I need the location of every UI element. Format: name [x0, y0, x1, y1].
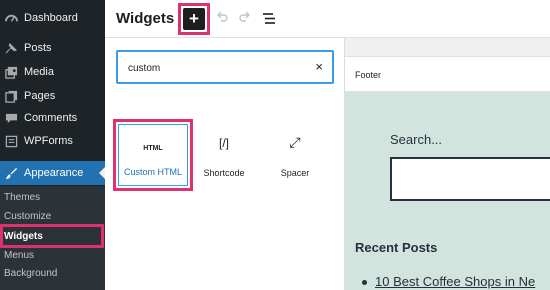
sidebar-item-pages[interactable]: Pages: [0, 85, 105, 107]
block-label: Spacer: [280, 168, 310, 178]
redo-icon[interactable]: [238, 11, 252, 30]
sidebar-label: Posts: [24, 42, 52, 54]
block-inserter-panel: × HTML Custom HTML [/] Shortcode ⤢ Space…: [105, 38, 345, 290]
sidebar-label: Pages: [24, 90, 56, 102]
recent-post-link[interactable]: 10 Best Coffee Shops in Ne: [375, 274, 535, 289]
sidebar-item-appearance[interactable]: Appearance: [0, 161, 105, 185]
media-icon: [4, 65, 18, 79]
widget-area-header[interactable]: Footer: [345, 56, 550, 92]
sidebar-item-posts[interactable]: Posts: [0, 37, 105, 59]
list-view-icon[interactable]: [262, 12, 276, 30]
brush-icon: [4, 166, 18, 180]
widget-area-label: Footer: [355, 70, 382, 80]
block-spacer[interactable]: ⤢ Spacer: [255, 124, 335, 188]
pages-icon: [4, 89, 18, 103]
html-icon: HTML: [143, 145, 163, 152]
block-search: ×: [116, 50, 334, 84]
list-bullet: [362, 280, 367, 285]
pin-icon: [4, 41, 18, 55]
sidebar-item-dashboard[interactable]: Dashboard: [0, 7, 105, 29]
sidebar-label: WPForms: [24, 135, 73, 147]
block-custom-html[interactable]: HTML Custom HTML: [113, 119, 193, 191]
sidebar-label: Comments: [24, 112, 78, 124]
widget-area-preview: Footer Search... Recent Posts 10 Best Co…: [345, 38, 550, 290]
add-block-button[interactable]: +: [183, 8, 205, 30]
add-block-highlight: +: [178, 3, 210, 35]
block-label: Shortcode: [203, 168, 245, 178]
widget-area-content: Search... Recent Posts 10 Best Coffee Sh…: [345, 92, 550, 290]
clear-search-icon[interactable]: ×: [315, 60, 323, 74]
wpforms-icon: [4, 134, 18, 148]
submenu-item-themes[interactable]: Themes: [4, 192, 40, 203]
sidebar-label: Dashboard: [24, 12, 78, 24]
dashboard-icon: [4, 11, 18, 25]
sidebar-item-wpforms[interactable]: WPForms: [0, 130, 105, 152]
submenu-item-menus[interactable]: Menus: [4, 250, 34, 261]
search-widget-input[interactable]: [390, 157, 550, 201]
spacer-icon: ⤢: [289, 134, 301, 150]
widgets-highlight: [0, 224, 104, 248]
page-title: Widgets: [116, 10, 175, 27]
block-shortcode[interactable]: [/] Shortcode: [184, 124, 264, 188]
sidebar-item-comments[interactable]: Comments: [0, 107, 105, 129]
editor-header: Widgets +: [105, 0, 550, 38]
widgets-editor-screen: Dashboard Posts Media Pages Comments WPF…: [0, 0, 550, 290]
search-widget-title: Search...: [390, 132, 443, 147]
sidebar-item-media[interactable]: Media: [0, 61, 105, 83]
recent-posts-title: Recent Posts: [355, 240, 438, 255]
submenu-item-customize[interactable]: Customize: [4, 211, 51, 222]
submenu-item-background[interactable]: Background: [4, 268, 57, 279]
comments-icon: [4, 111, 18, 125]
undo-icon[interactable]: [215, 11, 229, 30]
sidebar-label: Media: [24, 66, 54, 78]
block-search-input[interactable]: [128, 61, 298, 75]
sidebar-label: Appearance: [24, 167, 84, 179]
block-label: Custom HTML: [123, 167, 182, 177]
shortcode-icon: [/]: [218, 136, 229, 150]
block-focus-ring: HTML Custom HTML: [118, 124, 188, 186]
